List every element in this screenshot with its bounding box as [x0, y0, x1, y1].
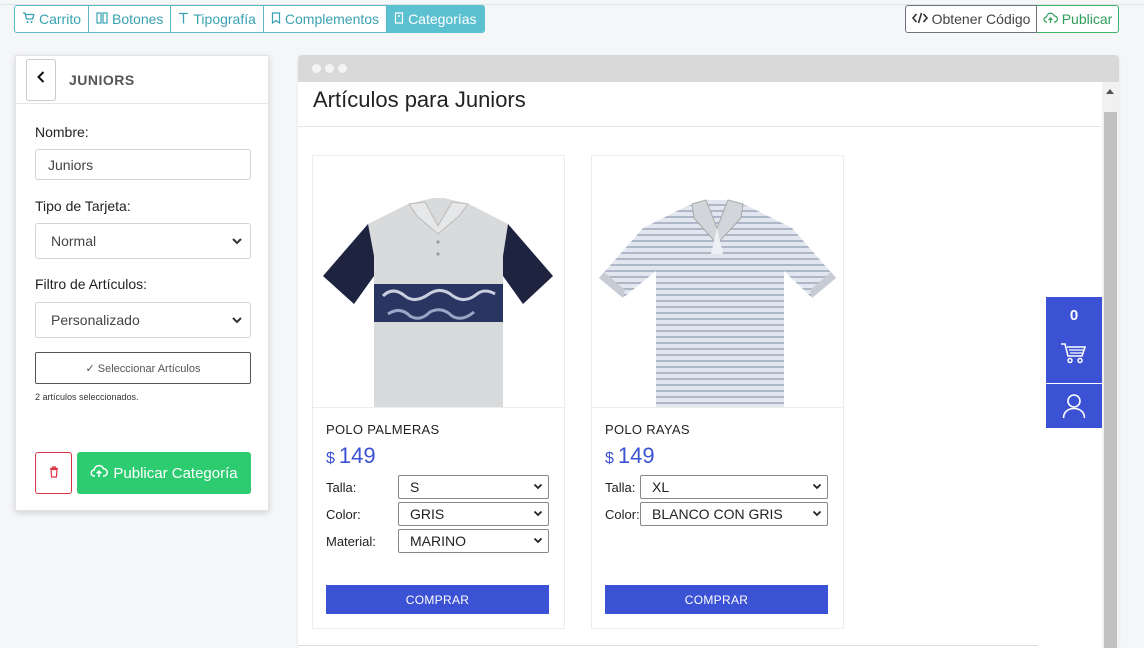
- filter-label: Filtro de Artículos:: [35, 276, 148, 292]
- tab-categorias[interactable]: Categorías: [387, 5, 485, 33]
- code-icon: [911, 11, 928, 27]
- size-select[interactable]: XL: [640, 475, 828, 499]
- product-name: POLO PALMERAS: [326, 422, 440, 437]
- tab-label: Complementos: [284, 11, 380, 27]
- product-card: POLO RAYAS $149 Talla: XL Color: BLANCO …: [591, 155, 844, 629]
- tab-botones[interactable]: Botones: [89, 5, 172, 33]
- tab-label: Botones: [112, 11, 164, 27]
- buy-button[interactable]: COMPRAR: [326, 585, 549, 614]
- preview-scrollbar[interactable]: [1102, 82, 1119, 648]
- cart-count: 0: [1069, 307, 1079, 324]
- filter-value: Personalizado: [51, 312, 140, 328]
- chevron-down-icon: [811, 479, 823, 495]
- content-bottom-divider: [298, 645, 1038, 646]
- option-label-material: Material:: [326, 534, 376, 549]
- material-value: MARINO: [410, 533, 466, 549]
- floating-user-button[interactable]: [1046, 384, 1102, 428]
- product-image[interactable]: [592, 156, 843, 408]
- price-value: 149: [617, 443, 655, 468]
- color-value: BLANCO CON GRIS: [652, 506, 783, 522]
- scroll-thumb[interactable]: [1104, 112, 1117, 648]
- chevron-down-icon: [811, 506, 823, 522]
- tab-label: Carrito: [39, 11, 82, 27]
- user-icon: [1062, 393, 1086, 419]
- option-label-color: Color:: [605, 507, 640, 522]
- name-label: Nombre:: [35, 124, 89, 140]
- product-price: $149: [605, 443, 655, 469]
- card-type-value: Normal: [51, 233, 97, 249]
- cloud-upload-icon: [1043, 11, 1058, 27]
- material-select[interactable]: MARINO: [398, 529, 549, 553]
- name-input[interactable]: Juniors: [35, 149, 251, 180]
- card-type-select[interactable]: Normal: [35, 223, 251, 259]
- tab-label: Categorías: [408, 11, 477, 27]
- page-title: Artículos para Juniors: [313, 87, 526, 112]
- size-value: XL: [652, 479, 670, 495]
- get-code-button[interactable]: Obtener Código: [905, 5, 1037, 33]
- delete-button[interactable]: [35, 452, 72, 494]
- typography-icon: [178, 12, 189, 26]
- filter-select[interactable]: Personalizado: [35, 302, 251, 338]
- tab-label: Tipografía: [193, 11, 256, 27]
- currency-symbol: $: [605, 450, 614, 467]
- chevron-down-icon: [532, 479, 544, 495]
- selected-count: 2 artículos seleccionados.: [35, 392, 139, 402]
- title-divider: [298, 126, 1101, 127]
- tag-icon: [394, 12, 404, 26]
- buttons-icon: [96, 12, 108, 26]
- product-image[interactable]: [313, 156, 564, 408]
- color-select[interactable]: BLANCO CON GRIS: [640, 502, 828, 526]
- cart-icon: [22, 12, 35, 26]
- window-dot: [312, 64, 321, 73]
- chevron-down-icon: [532, 533, 544, 549]
- editor-tabs: Carrito Botones Tipografía Complementos …: [14, 5, 485, 33]
- cloud-upload-icon: [90, 464, 109, 482]
- product-price: $149: [326, 443, 376, 469]
- get-code-label: Obtener Código: [931, 11, 1031, 27]
- panel-header: JUNIORS: [16, 56, 268, 104]
- color-value: GRIS: [410, 506, 445, 522]
- product-name: POLO RAYAS: [605, 422, 690, 437]
- size-select[interactable]: S: [398, 475, 549, 499]
- tab-complementos[interactable]: Complementos: [263, 5, 388, 33]
- preview-window: Artículos para Juniors POLO PALMERAS $14…: [298, 55, 1119, 648]
- chevron-left-icon: [36, 70, 46, 89]
- scroll-up-arrow-icon[interactable]: [1106, 89, 1114, 94]
- publish-button[interactable]: Publicar: [1037, 5, 1119, 33]
- tab-tipografia[interactable]: Tipografía: [171, 5, 264, 33]
- option-label-size: Talla:: [326, 480, 357, 495]
- card-type-label: Tipo de Tarjeta:: [35, 198, 131, 214]
- option-label-color: Color:: [326, 507, 361, 522]
- category-settings-panel: JUNIORS Nombre: Juniors Tipo de Tarjeta:…: [15, 55, 269, 511]
- back-button[interactable]: [26, 58, 56, 101]
- buy-button[interactable]: COMPRAR: [605, 585, 828, 614]
- size-value: S: [410, 479, 420, 495]
- select-articles-button[interactable]: ✓ Seleccionar Artículos: [35, 352, 251, 384]
- publish-label: Publicar: [1061, 11, 1113, 27]
- window-dot: [338, 64, 347, 73]
- price-value: 149: [338, 443, 376, 468]
- tab-carrito[interactable]: Carrito: [14, 5, 90, 33]
- bookmark-icon: [271, 12, 281, 26]
- product-card: POLO PALMERAS $149 Talla: S Color: GRIS …: [312, 155, 565, 629]
- panel-title: JUNIORS: [69, 71, 135, 88]
- floating-cart-button[interactable]: 0: [1046, 297, 1102, 383]
- publish-category-button[interactable]: Publicar Categoría: [77, 452, 251, 494]
- option-label-size: Talla:: [605, 480, 636, 495]
- chevron-down-icon: [532, 506, 544, 522]
- browser-title-bar: [298, 55, 1119, 82]
- cart-icon: [1059, 341, 1087, 365]
- window-dot: [325, 64, 334, 73]
- currency-symbol: $: [326, 450, 335, 467]
- chevron-down-icon: [230, 313, 244, 327]
- publish-category-label: Publicar Categoría: [113, 464, 238, 482]
- chevron-down-icon: [230, 234, 244, 248]
- trash-icon: [49, 465, 59, 481]
- color-select[interactable]: GRIS: [398, 502, 549, 526]
